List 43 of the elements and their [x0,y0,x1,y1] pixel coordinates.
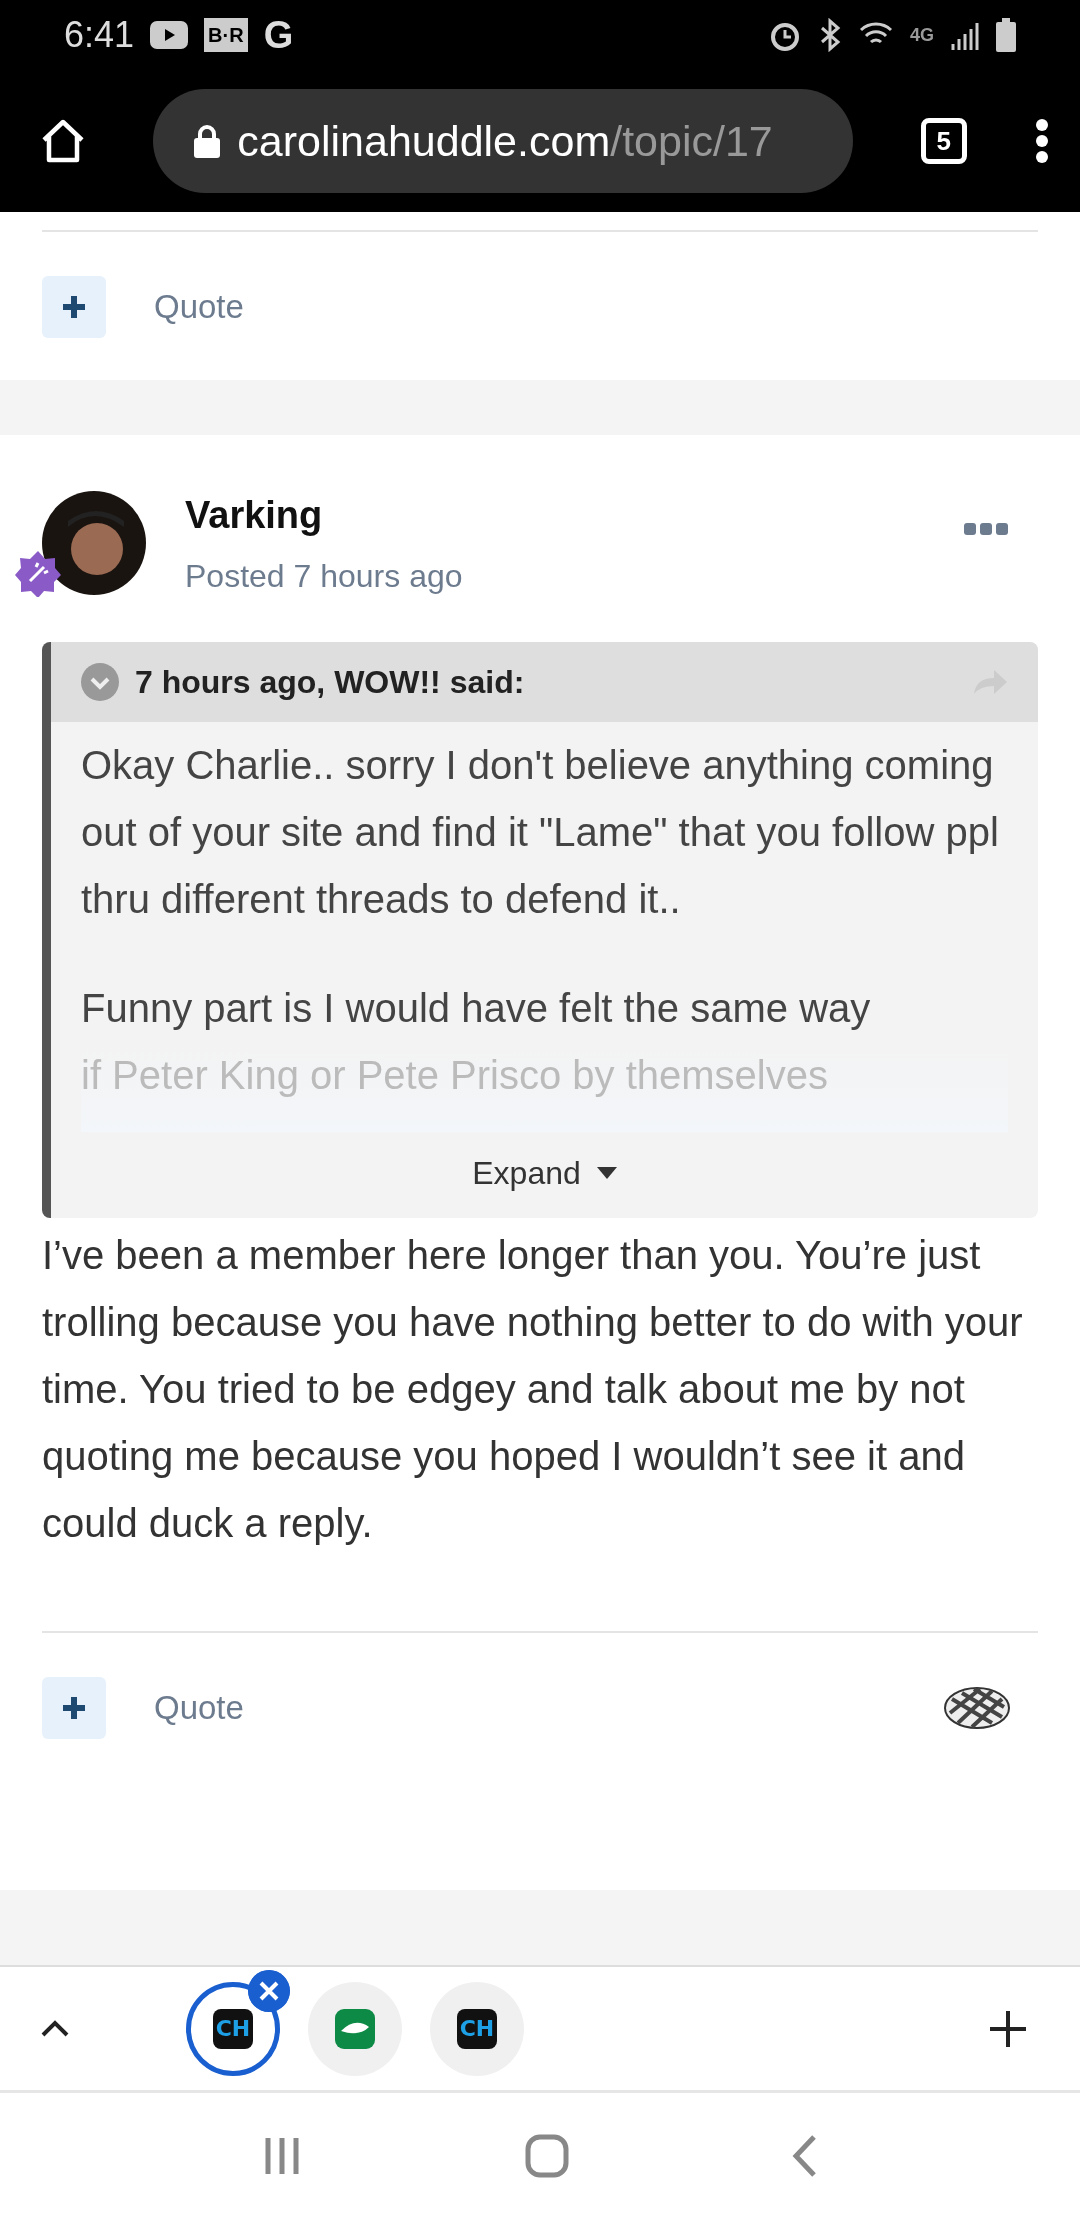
url-text: carolinahuddle.com/topic/17 [237,115,773,167]
pie-icon [944,1685,1010,1731]
caret-icon [596,1167,617,1179]
close-icon[interactable] [248,1969,290,2012]
add-tab-icon[interactable] [988,2008,1028,2049]
app-letter: G [263,12,294,58]
browser-tab[interactable]: CH [430,1981,524,2076]
plus-button[interactable] [42,1677,106,1739]
quote-link[interactable]: Quote [154,282,244,332]
signal-icon [950,20,980,50]
home-button-icon[interactable] [525,2134,569,2178]
chevron-up-icon[interactable] [40,2019,70,2038]
app-badge: B·R [204,18,248,52]
post-body: I’ve been a member here longer than you. You’re just trolling because you have nothing better to do with your time. You tried to be edgey and talk about me by not quoting me because you hoped I wouldn’t see it and could duck a reply. [41,1232,1024,1547]
back-icon[interactable] [792,2134,819,2178]
avatar[interactable] [42,491,147,596]
battery-icon [996,18,1016,52]
home-icon[interactable] [40,118,86,164]
author-name[interactable]: Varking [185,487,463,544]
browser-tab[interactable]: CH [186,1981,280,2076]
tab-count[interactable]: 5 [920,118,967,164]
bluetooth-icon [818,18,842,52]
play-icon [150,21,189,49]
plus-icon [61,1695,87,1721]
post-time: Posted 7 hours ago [185,557,463,596]
quote-text-faded: if Peter King or Pete Prisco by themselves [81,1053,828,1097]
site-logo: CH [457,2008,497,2049]
network-label: 4G [910,23,934,47]
lock-icon [193,124,222,158]
menu-icon[interactable] [1034,118,1050,164]
expand-button[interactable]: Expand [466,1148,623,1198]
plus-icon [61,294,87,320]
quote-text: Okay Charlie.. sorry I don't believe anything coming out of your site and find it "Lame" that you follow ppl thru different threads to defend it.. [81,742,1000,923]
more-icon[interactable] [964,521,1008,536]
quote-link[interactable]: Quote [154,1683,244,1733]
plus-button[interactable] [42,276,106,338]
address-bar[interactable]: carolinahuddle.com/topic/17 [153,89,854,193]
stadium-icon [335,2008,375,2049]
site-logo: CH [213,2008,253,2049]
clock: 6:41 [64,13,135,57]
badge-icon [14,549,62,597]
quote-text: Funny part is I would have felt the same way [81,985,872,1032]
quote-header: 7 hours ago, WOW!! said: [135,663,525,702]
